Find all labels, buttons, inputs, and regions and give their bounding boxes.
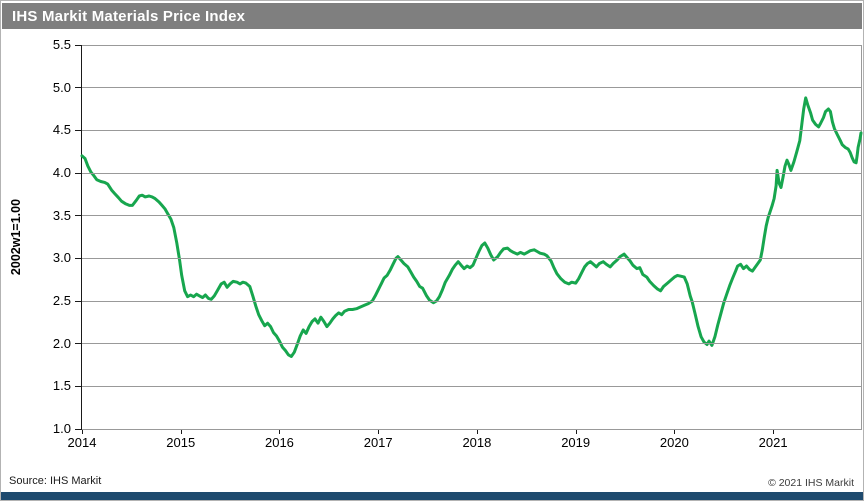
chart-title: IHS Markit Materials Price Index (12, 8, 245, 25)
y-tick (75, 215, 81, 216)
x-tick-label: 2019 (546, 435, 606, 450)
plot-area: 1.01.52.02.53.03.54.04.55.05.52014201520… (82, 45, 862, 429)
y-axis-title-text: 2002w1=1.00 (9, 199, 23, 275)
y-tick-label: 2.0 (37, 336, 71, 352)
x-tick-label: 2016 (249, 435, 309, 450)
y-tick-label: 2.5 (37, 293, 71, 309)
gridline (82, 173, 862, 174)
x-tick (82, 430, 83, 434)
y-tick-label: 4.5 (37, 122, 71, 138)
gridline (82, 87, 862, 88)
y-tick (75, 130, 81, 131)
x-tick (279, 430, 280, 434)
source-note: Source: IHS Markit (9, 475, 101, 487)
footer-brand-bar (1, 492, 863, 500)
y-tick (75, 45, 81, 46)
gridline (82, 429, 862, 430)
y-tick (75, 429, 81, 430)
gridline (82, 301, 862, 302)
x-tick-label: 2017 (348, 435, 408, 450)
materials-price-index-line (82, 98, 861, 357)
y-tick (75, 258, 81, 259)
x-tick (477, 430, 478, 434)
gridline (82, 343, 862, 344)
y-tick (75, 87, 81, 88)
gridline (82, 386, 862, 387)
y-tick (75, 173, 81, 174)
gridline (82, 258, 862, 259)
x-tick-label: 2020 (644, 435, 704, 450)
gridline (82, 130, 862, 131)
y-tick-label: 5.5 (37, 37, 71, 53)
chart-figure: IHS Markit Materials Price Index 2002w1=… (0, 0, 864, 501)
copyright-note: © 2021 IHS Markit (768, 477, 854, 489)
x-tick-label: 2018 (447, 435, 507, 450)
y-tick-label: 5.0 (37, 80, 71, 96)
x-tick-label: 2015 (151, 435, 211, 450)
y-tick (75, 343, 81, 344)
gridline (82, 215, 862, 216)
x-tick-label: 2021 (743, 435, 803, 450)
x-tick (773, 430, 774, 434)
gridline (82, 45, 862, 46)
x-tick (674, 430, 675, 434)
y-axis-title: 2002w1=1.00 (1, 45, 31, 429)
y-tick-label: 3.0 (37, 250, 71, 266)
x-tick (378, 430, 379, 434)
x-tick (576, 430, 577, 434)
y-tick (75, 301, 81, 302)
x-tick-label: 2014 (52, 435, 112, 450)
y-tick (75, 386, 81, 387)
title-bar: IHS Markit Materials Price Index (2, 3, 862, 29)
y-tick-label: 1.5 (37, 378, 71, 394)
y-tick-label: 3.5 (37, 208, 71, 224)
price-index-line-chart (82, 45, 862, 429)
y-tick-label: 4.0 (37, 165, 71, 181)
x-tick (181, 430, 182, 434)
